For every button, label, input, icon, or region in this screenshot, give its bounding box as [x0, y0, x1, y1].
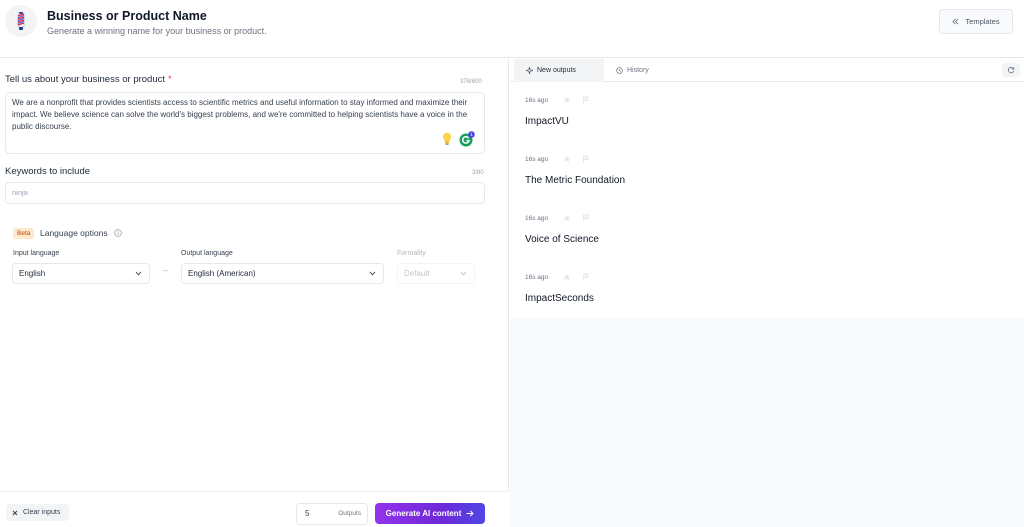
result-text: ImpactVU: [525, 116, 569, 127]
input-panel: Tell us about your business or product * …: [0, 59, 509, 527]
result-item[interactable]: 16s ago The Metric Foundation: [510, 141, 1024, 200]
page-subtitle: Generate a winning name for your busines…: [47, 26, 267, 36]
formality-value: Default: [404, 269, 430, 278]
output-language-select[interactable]: English (American): [181, 263, 384, 284]
output-tabs: New outputs History: [510, 59, 1024, 82]
star-icon[interactable]: [563, 96, 571, 104]
generate-button[interactable]: Generate AI content: [375, 503, 485, 524]
star-icon[interactable]: [563, 273, 571, 281]
refresh-icon: [1008, 67, 1015, 74]
page-title: Business or Product Name: [47, 9, 207, 23]
flag-icon[interactable]: [582, 155, 590, 163]
templates-label: Templates: [965, 17, 1000, 26]
about-label: Tell us about your business or product *: [5, 74, 172, 85]
sparkle-icon: [526, 67, 533, 74]
input-language-value: English: [19, 269, 46, 278]
chevrons-left-icon: [952, 18, 959, 25]
templates-button[interactable]: Templates: [939, 9, 1013, 34]
input-language-label: Input language: [13, 250, 60, 257]
keywords-input[interactable]: ninja: [5, 182, 485, 204]
generate-label: Generate AI content: [385, 509, 462, 518]
output-language-label: Output language: [181, 250, 233, 257]
results-list: 16s ago ImpactVU 16s ago The Metric Foun…: [510, 82, 1024, 319]
about-textarea[interactable]: We are a nonprofit that provides scienti…: [5, 92, 485, 154]
result-text: ImpactSeconds: [525, 293, 594, 304]
star-icon[interactable]: [563, 155, 571, 163]
header: Business or Product Name Generate a winn…: [0, 0, 1024, 58]
arrow-right-icon: [466, 510, 475, 517]
result-time: 16s ago: [525, 274, 549, 281]
result-text: Voice of Science: [525, 234, 599, 245]
result-item[interactable]: 16s ago ImpactSeconds: [510, 259, 1024, 318]
outputs-count: 5: [305, 509, 310, 518]
barber-pole-logo-icon: [5, 5, 37, 37]
output-language-value: English (American): [188, 269, 256, 278]
clear-inputs-button[interactable]: Clear inputs: [6, 504, 69, 521]
info-icon[interactable]: [114, 229, 122, 237]
refresh-button[interactable]: [1002, 63, 1020, 77]
result-item[interactable]: 16s ago Voice of Science: [510, 200, 1024, 259]
about-label-text: Tell us about your business or product: [5, 74, 166, 85]
outputs-label: Outputs: [338, 510, 361, 517]
beta-badge: Beta: [13, 228, 35, 239]
outputs-count-input[interactable]: 5 Outputs: [296, 503, 368, 525]
input-language-select[interactable]: English: [12, 263, 150, 284]
required-mark: *: [168, 74, 172, 85]
tab-new-outputs[interactable]: New outputs: [514, 59, 604, 82]
result-time: 16s ago: [525, 215, 549, 222]
about-counter: 378/600: [460, 79, 482, 85]
close-icon: [12, 510, 18, 515]
keywords-label: Keywords to include: [5, 166, 91, 177]
flag-icon[interactable]: [582, 214, 590, 222]
arrow-right-icon: →: [161, 265, 169, 274]
result-text: The Metric Foundation: [525, 175, 626, 186]
clock-icon: [616, 67, 623, 74]
output-panel: New outputs History 16s ago ImpactVU 16s…: [510, 59, 1024, 527]
bottom-bar: Clear inputs 5 Outputs Generate AI conte…: [0, 491, 509, 527]
result-time: 16s ago: [525, 156, 549, 163]
keywords-counter: 3/80: [472, 170, 484, 176]
tab-history-label: History: [627, 67, 649, 74]
tab-new-outputs-label: New outputs: [537, 67, 576, 74]
lightbulb-icon[interactable]: [441, 132, 453, 146]
clear-inputs-label: Clear inputs: [23, 509, 61, 516]
grammarly-icon[interactable]: 1: [459, 131, 475, 147]
result-time: 16s ago: [525, 97, 549, 104]
language-options-title: Language options: [40, 228, 108, 238]
chevron-down-icon: [135, 271, 142, 276]
flag-icon[interactable]: [582, 273, 590, 281]
result-item[interactable]: 16s ago ImpactVU: [510, 82, 1024, 141]
flag-icon[interactable]: [582, 96, 590, 104]
formality-select[interactable]: Default: [397, 263, 475, 284]
star-icon[interactable]: [563, 214, 571, 222]
formality-label: Formality: [397, 250, 426, 257]
tab-history[interactable]: History: [604, 59, 661, 82]
chevron-down-icon: [369, 271, 376, 276]
chevron-down-icon: [460, 271, 467, 276]
